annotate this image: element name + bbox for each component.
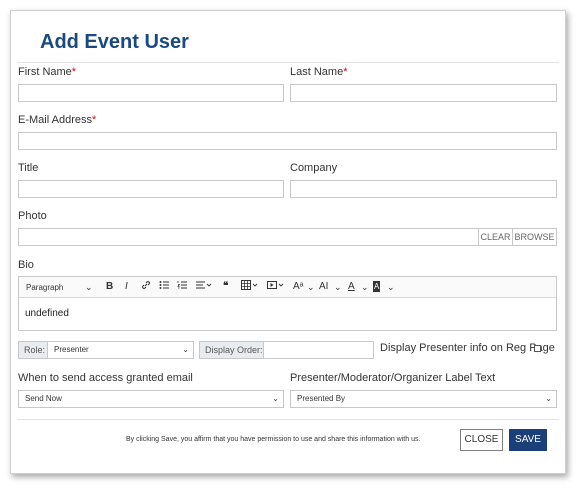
company-input[interactable] <box>290 180 557 198</box>
label-text-select[interactable]: Presented By ⌄ <box>290 390 557 408</box>
chevron-down-icon[interactable]: ⌄ <box>387 280 395 294</box>
display-order-label: Display Order: <box>199 341 264 359</box>
photo-clear-button[interactable]: CLEAR <box>478 228 513 246</box>
consent-note: By clicking Save, you affirm that you ha… <box>126 436 421 443</box>
link-icon[interactable] <box>141 280 151 295</box>
paragraph-select[interactable]: Paragraph <box>26 281 63 295</box>
display-presenter-checkbox[interactable] <box>534 345 541 352</box>
role-label: Role: <box>18 341 48 359</box>
photo-label: Photo <box>18 210 47 222</box>
chevron-down-icon[interactable]: ⌄ <box>361 280 369 294</box>
title-input[interactable] <box>18 180 284 198</box>
font-color-button[interactable]: A <box>348 280 355 294</box>
table-icon[interactable] <box>241 280 259 295</box>
chevron-down-icon[interactable]: ⌄ <box>85 280 93 294</box>
footer-divider <box>17 419 559 420</box>
font-size-button[interactable]: Aᵃ <box>293 280 303 294</box>
chevron-down-icon: ⌄ <box>545 394 552 403</box>
bulleted-list-icon[interactable] <box>159 280 170 295</box>
access-email-label: When to send access granted email <box>18 372 193 384</box>
add-event-user-dialog: Add Event User First Name* Last Name* E-… <box>10 10 566 474</box>
chevron-down-icon: ⌄ <box>182 345 189 354</box>
quote-button[interactable]: ❝ <box>223 280 228 294</box>
email-input[interactable] <box>18 132 557 150</box>
company-label: Company <box>290 162 338 174</box>
display-presenter-label: Display Presenter info on Reg Page <box>380 342 555 354</box>
title-label: Title <box>18 162 39 174</box>
bio-content[interactable]: undefined <box>25 308 69 319</box>
email-label: E-Mail Address* <box>18 114 97 126</box>
photo-browse-button[interactable]: BROWSE <box>512 228 557 246</box>
close-button[interactable]: CLOSE <box>460 429 503 451</box>
chevron-down-icon[interactable]: ⌄ <box>334 280 342 294</box>
dialog-title: Add Event User <box>40 31 189 53</box>
bio-editor[interactable]: Paragraph ⌄ B I ❝ Aᵃ ⌄ AI ⌄ A ⌄ A ⌄ unde… <box>18 276 557 331</box>
background-color-button[interactable]: A <box>373 281 381 292</box>
access-email-select[interactable]: Send Now ⌄ <box>18 390 284 408</box>
first-name-input[interactable] <box>18 84 284 102</box>
chevron-down-icon[interactable]: ⌄ <box>307 280 315 294</box>
photo-input[interactable] <box>18 228 479 246</box>
save-button[interactable]: SAVE <box>509 429 547 451</box>
numbered-list-icon[interactable] <box>177 280 188 295</box>
italic-button[interactable]: I <box>125 280 128 294</box>
display-order-input[interactable] <box>263 341 374 359</box>
header-divider <box>17 62 559 63</box>
bio-label: Bio <box>18 259 34 271</box>
bold-button[interactable]: B <box>106 280 113 294</box>
editor-toolbar: Paragraph ⌄ B I ❝ Aᵃ ⌄ AI ⌄ A ⌄ A ⌄ <box>19 277 556 298</box>
last-name-input[interactable] <box>290 84 557 102</box>
label-text-label: Presenter/Moderator/Organizer Label Text <box>290 372 496 384</box>
role-select[interactable]: Presenter ⌄ <box>47 341 194 359</box>
last-name-label: Last Name* <box>290 66 348 78</box>
chevron-down-icon: ⌄ <box>272 394 279 403</box>
text-ai-button[interactable]: AI <box>319 280 328 294</box>
first-name-label: First Name* <box>18 66 77 78</box>
media-icon[interactable] <box>267 280 285 295</box>
align-icon[interactable] <box>196 280 212 295</box>
